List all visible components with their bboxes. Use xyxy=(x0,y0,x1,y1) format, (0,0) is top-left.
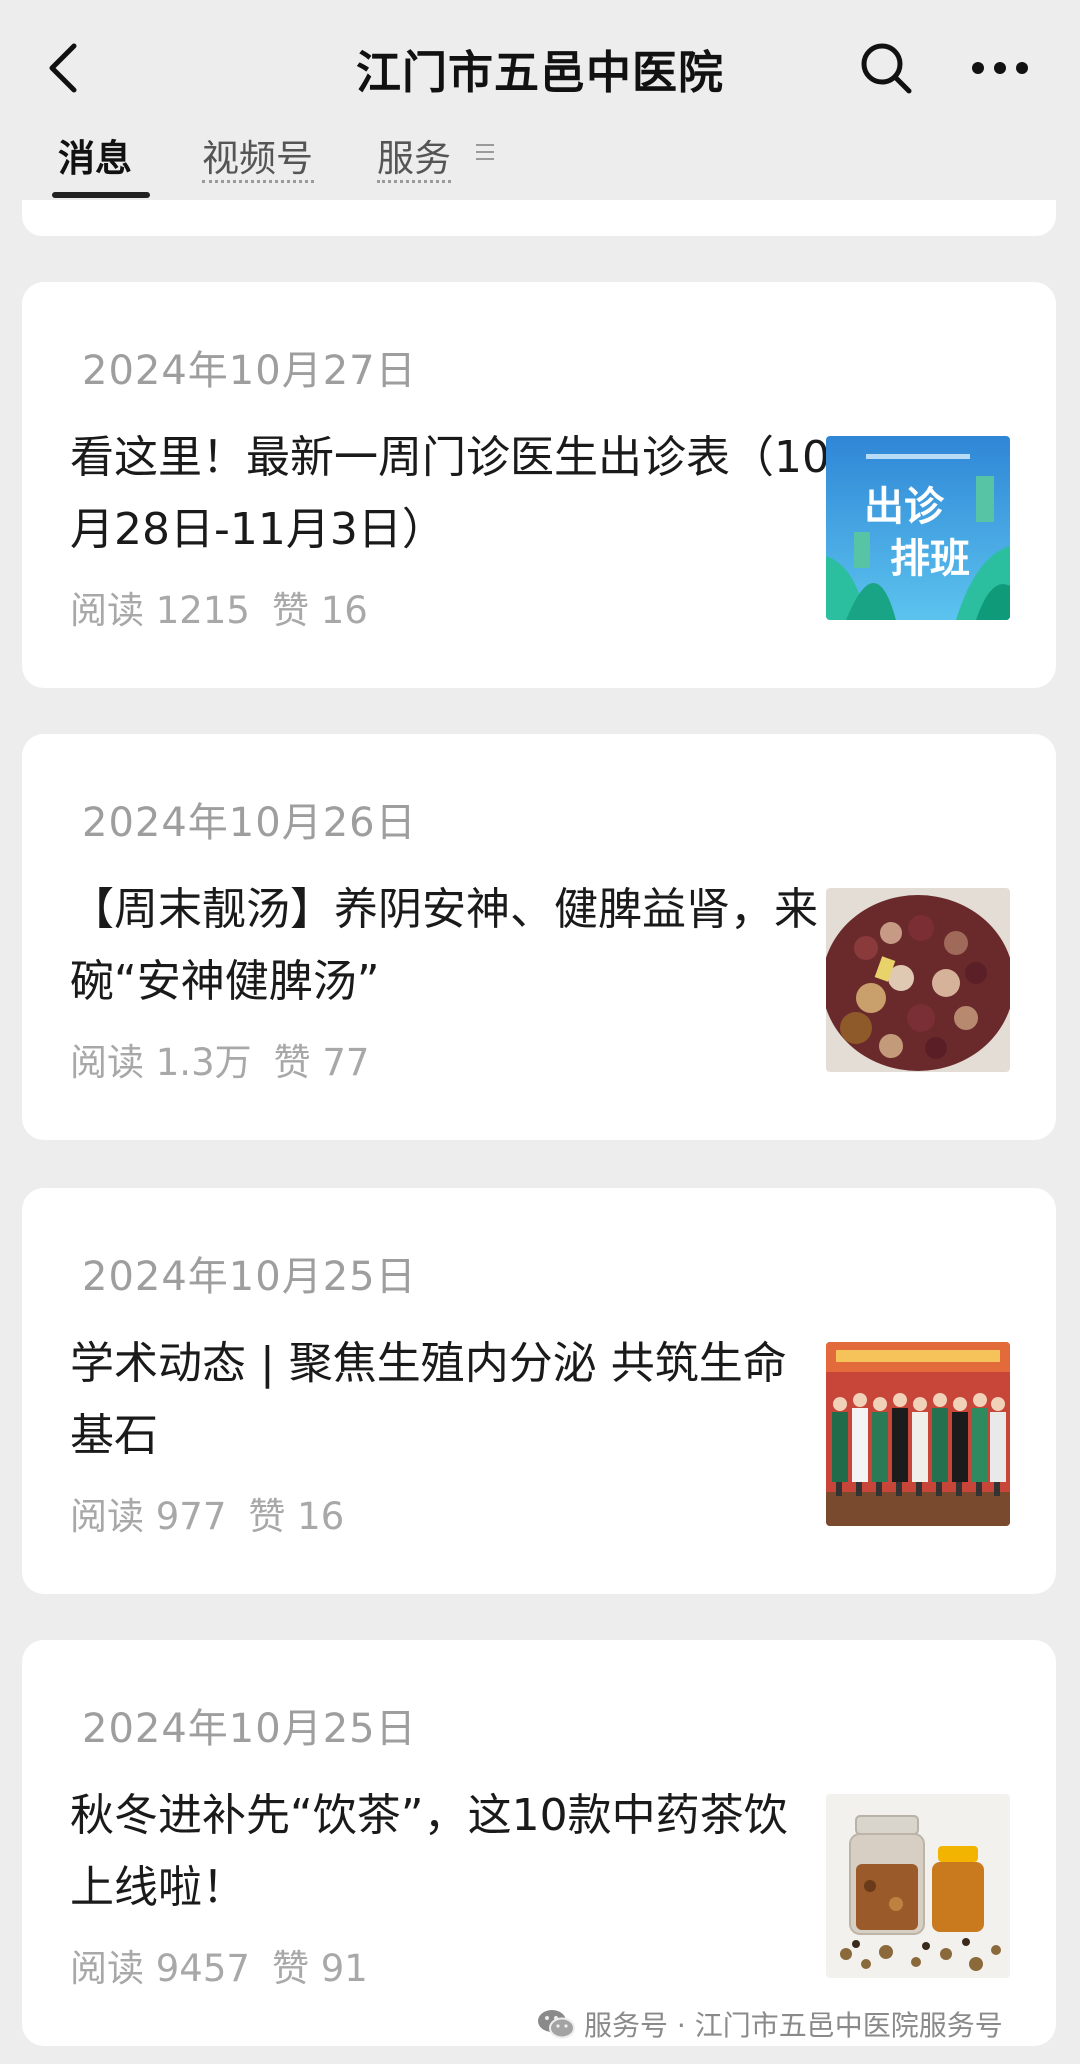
read-count: 阅读 1.3万 xyxy=(70,1041,252,1084)
more-horizontal-icon xyxy=(972,62,1028,74)
schedule-thumbnail-image: 出诊 排班 xyxy=(826,436,1010,620)
like-count: 赞 16 xyxy=(271,589,368,632)
herbal-tea-thumbnail-image xyxy=(826,1794,1010,1978)
read-count: 阅读 9457 xyxy=(70,1947,250,1990)
top-bar: 江门市五邑中医院 消息 视频号 服务 xyxy=(0,0,1080,200)
watermark: 服务号 · 江门市五邑中医院服务号 xyxy=(536,2004,1003,2044)
like-count: 赞 77 xyxy=(273,1041,370,1084)
active-tab-indicator xyxy=(52,192,150,198)
thumb-title-line1: 出诊 xyxy=(864,484,945,530)
watermark-text: 服务号 · 江门市五邑中医院服务号 xyxy=(584,2009,1003,2042)
article-stats: 阅读 977 赞 16 xyxy=(70,1486,366,1540)
tab-channels-underline xyxy=(202,180,314,186)
article-stats: 阅读 1.3万赞 77 xyxy=(70,1032,391,1086)
group-photo-thumbnail-image xyxy=(826,1342,1010,1526)
thumb-title-line2: 排班 xyxy=(890,536,970,582)
article-date: 2024年10月26日 xyxy=(82,800,417,846)
article-thumbnail[interactable] xyxy=(826,1794,1010,1978)
article-headline[interactable]: 看这里！最新一周门诊医生出诊表（10月28日-11月3日） xyxy=(70,422,830,566)
article-card[interactable]: 2024年10月25日 秋冬进补先“饮茶”，这10款中药茶饮上线啦！ 阅读 94… xyxy=(22,1640,1056,2046)
article-date: 2024年10月25日 xyxy=(82,1706,417,1752)
back-button[interactable] xyxy=(40,38,90,98)
soup-bowl-thumbnail-image xyxy=(826,888,1010,1072)
article-headline[interactable]: 秋冬进补先“饮茶”，这10款中药茶饮上线啦！ xyxy=(70,1780,830,1924)
article-stats: 阅读 9457 赞 91 xyxy=(70,1938,390,1992)
article-stats: 阅读 1215 赞 16 xyxy=(70,580,390,634)
tab-messages[interactable]: 消息 xyxy=(58,128,132,182)
article-card[interactable]: 2024年10月27日 看这里！最新一周门诊医生出诊表（10月28日-11月3日… xyxy=(22,282,1056,688)
article-headline[interactable]: 学术动态 | 聚焦生殖内分泌 共筑生命基石 xyxy=(70,1328,830,1472)
tab-services[interactable]: 服务 xyxy=(377,128,451,182)
search-button[interactable] xyxy=(858,40,914,96)
article-thumbnail[interactable] xyxy=(826,888,1010,1072)
more-button[interactable] xyxy=(970,40,1030,96)
article-thumbnail[interactable] xyxy=(826,1342,1010,1526)
chevron-left-icon xyxy=(49,43,77,93)
article-date: 2024年10月27日 xyxy=(82,348,417,394)
article-card[interactable]: 2024年10月26日 【周末靓汤】养阴安神、健脾益肾，来碗“安神健脾汤” 阅读… xyxy=(22,734,1056,1140)
article-headline[interactable]: 【周末靓汤】养阴安神、健脾益肾，来碗“安神健脾汤” xyxy=(70,874,830,1018)
page-title: 江门市五邑中医院 xyxy=(355,46,724,99)
tab-services-underline xyxy=(377,180,451,186)
like-count: 赞 91 xyxy=(271,1947,368,1990)
read-count: 阅读 1215 xyxy=(70,589,250,632)
menu-lines-icon[interactable] xyxy=(474,142,496,162)
article-date: 2024年10月25日 xyxy=(82,1254,417,1300)
search-icon xyxy=(861,43,912,94)
read-count: 阅读 977 xyxy=(70,1495,227,1538)
article-card[interactable]: 2024年10月25日 学术动态 | 聚焦生殖内分泌 共筑生命基石 阅读 977… xyxy=(22,1188,1056,1594)
tab-channels[interactable]: 视频号 xyxy=(202,128,313,182)
wechat-icon xyxy=(538,2010,575,2039)
article-thumbnail[interactable]: 出诊 排班 xyxy=(826,436,1010,620)
like-count: 赞 16 xyxy=(248,1495,345,1538)
